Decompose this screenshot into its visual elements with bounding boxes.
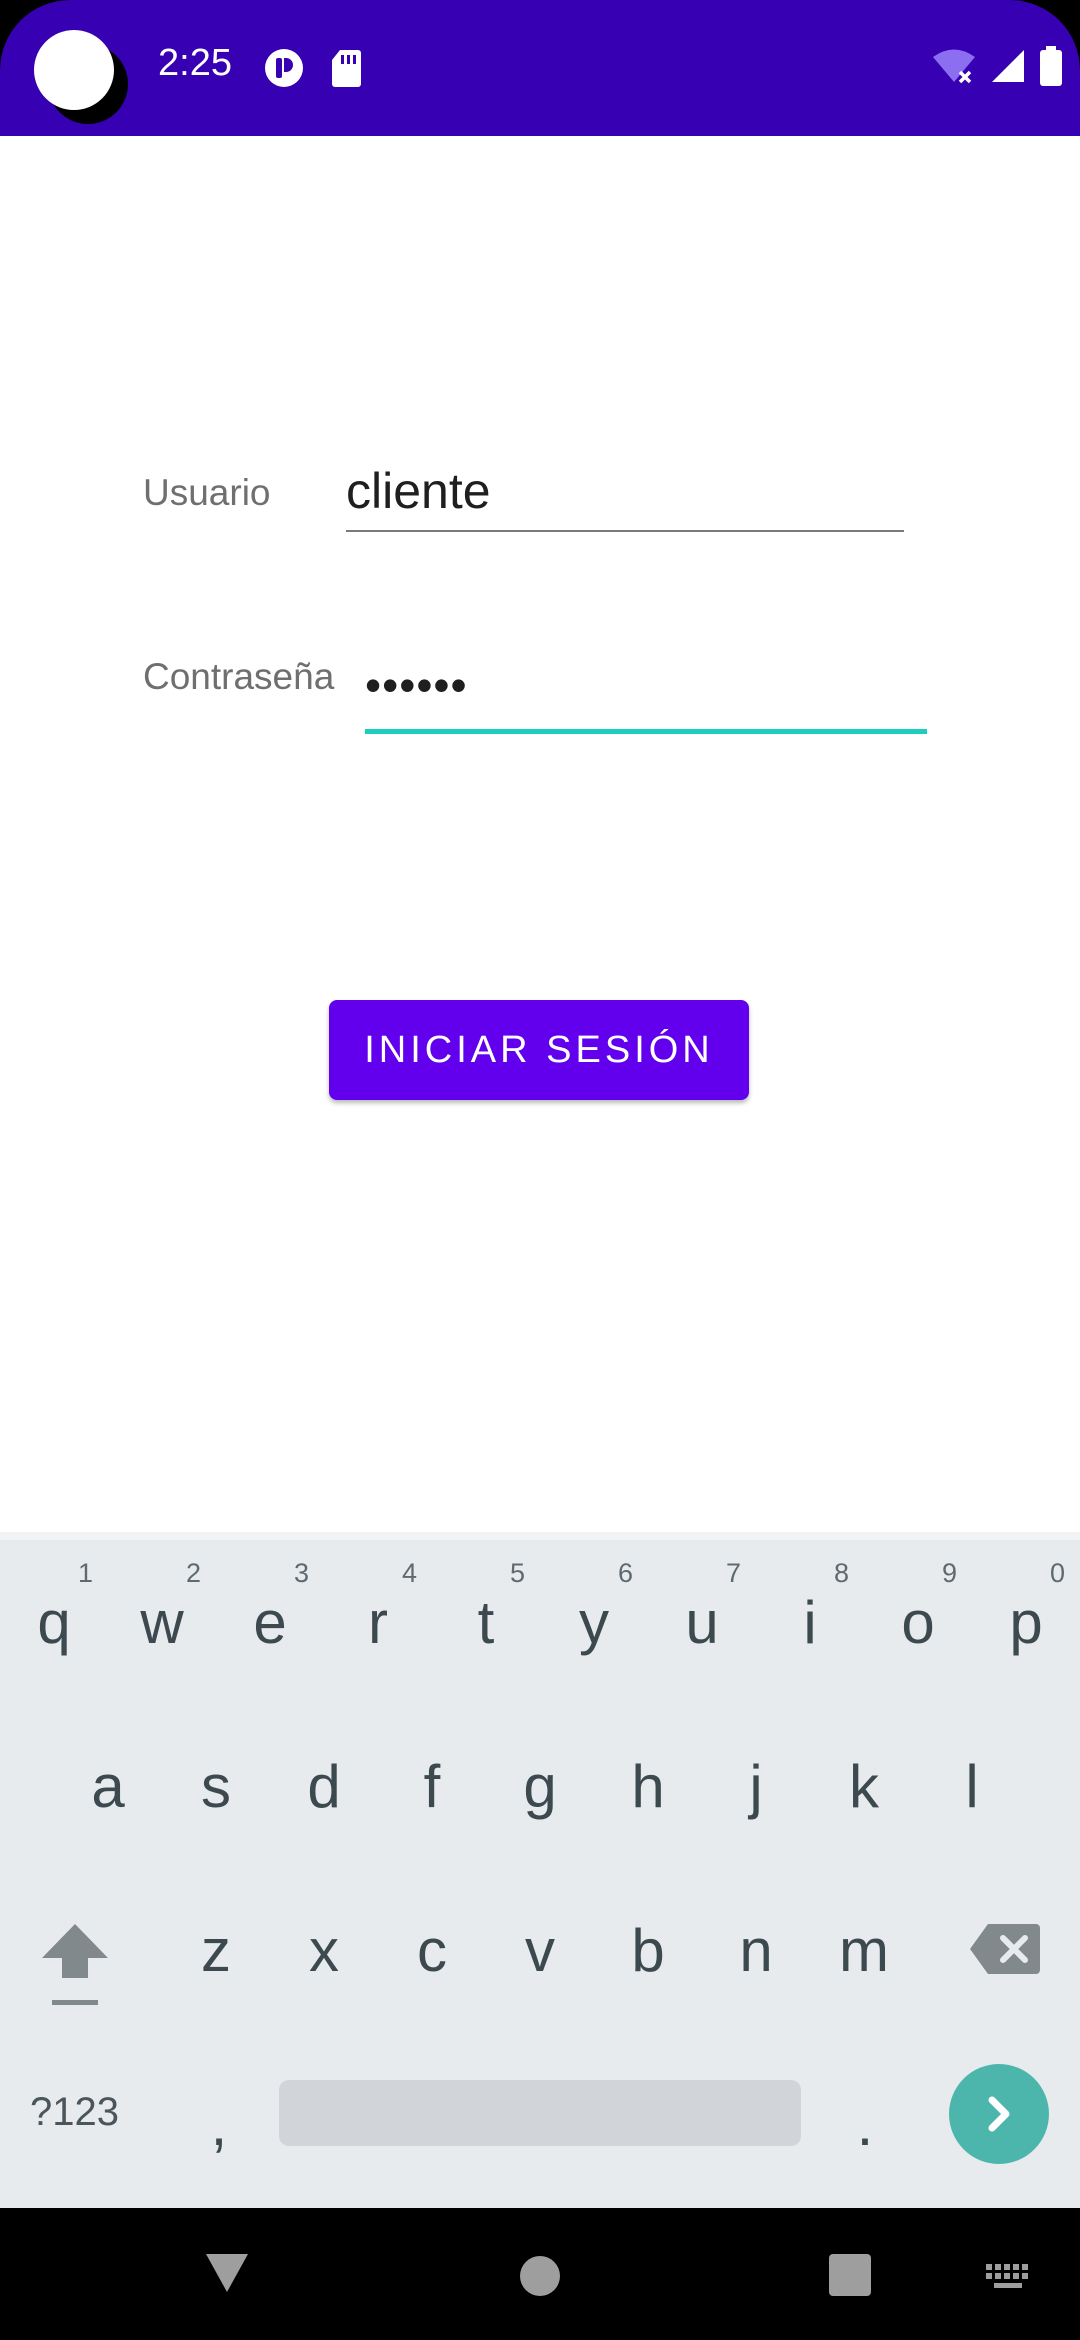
- navigation-bar: [0, 2208, 1080, 2340]
- key-hint-5: 5: [510, 1558, 526, 1588]
- key-a[interactable]: a: [78, 1752, 138, 1821]
- enter-arrow-icon: [988, 2096, 1010, 2132]
- key-b[interactable]: b: [618, 1916, 678, 1985]
- username-input[interactable]: cliente: [346, 456, 904, 532]
- symbols-key[interactable]: ?123: [30, 2090, 119, 2135]
- key-w[interactable]: w: [132, 1588, 192, 1657]
- key-n[interactable]: n: [726, 1916, 786, 1985]
- key-u[interactable]: u: [672, 1588, 732, 1657]
- phone-screen: 2:25 Usuario cliente Contraseña •••••• I…: [0, 0, 1080, 2340]
- key-g[interactable]: g: [510, 1752, 570, 1821]
- key-z[interactable]: z: [186, 1916, 246, 1985]
- key-r[interactable]: r: [348, 1588, 408, 1657]
- username-label: Usuario: [143, 472, 271, 513]
- status-time: 2:25: [158, 42, 232, 84]
- key-hint-4: 4: [402, 1558, 418, 1588]
- login-button[interactable]: INICIAR SESIÓN: [329, 1000, 749, 1100]
- sd-card-icon: [330, 48, 370, 88]
- username-value: cliente: [346, 463, 491, 519]
- keyboard-icon[interactable]: [986, 2264, 1030, 2295]
- login-screen: Usuario cliente Contraseña •••••• INICIA…: [0, 136, 1080, 1532]
- key-e[interactable]: e: [240, 1588, 300, 1657]
- camera-cutout: [34, 30, 114, 110]
- key-y[interactable]: y: [564, 1588, 624, 1657]
- enter-key[interactable]: [949, 2064, 1049, 2164]
- username-underline: [346, 530, 904, 532]
- key-s[interactable]: s: [186, 1752, 246, 1821]
- recents-icon[interactable]: [829, 2254, 871, 2301]
- battery-icon: [1040, 46, 1062, 91]
- key-f[interactable]: f: [402, 1752, 462, 1821]
- key-i[interactable]: i: [780, 1588, 840, 1657]
- key-x[interactable]: x: [294, 1916, 354, 1985]
- key-c[interactable]: c: [402, 1916, 462, 1985]
- key-v[interactable]: v: [510, 1916, 570, 1985]
- space-bar[interactable]: [279, 2080, 801, 2146]
- key-k[interactable]: k: [834, 1752, 894, 1821]
- key-hint-2: 2: [186, 1558, 202, 1588]
- key-hint-8: 8: [834, 1558, 850, 1588]
- key-hint-3: 3: [294, 1558, 310, 1588]
- key-hint-1: 1: [78, 1558, 94, 1588]
- key-hint-6: 6: [618, 1558, 634, 1588]
- key-j[interactable]: j: [726, 1752, 786, 1821]
- password-label: Contraseña: [143, 656, 335, 697]
- backspace-icon[interactable]: [970, 1924, 1040, 1979]
- key-p[interactable]: p: [996, 1588, 1056, 1657]
- key-l[interactable]: l: [942, 1752, 1002, 1821]
- key-hint-7: 7: [726, 1558, 742, 1588]
- password-value: ••••••: [365, 659, 468, 711]
- wifi-off-icon: [932, 48, 976, 89]
- key-d[interactable]: d: [294, 1752, 354, 1821]
- password-input[interactable]: ••••••: [365, 636, 927, 734]
- shift-icon[interactable]: [40, 1920, 110, 2015]
- password-underline: [365, 729, 927, 734]
- notification-icon: [264, 48, 304, 88]
- signal-icon: [990, 48, 1026, 89]
- comma-key[interactable]: ,: [204, 2090, 234, 2159]
- key-m[interactable]: m: [834, 1916, 894, 1985]
- key-hint-0: 0: [1050, 1558, 1066, 1588]
- home-icon[interactable]: [518, 2254, 562, 2303]
- back-icon[interactable]: [204, 2252, 250, 2299]
- key-h[interactable]: h: [618, 1752, 678, 1821]
- period-key[interactable]: .: [850, 2090, 880, 2159]
- status-icons: [932, 46, 1062, 91]
- key-hint-9: 9: [942, 1558, 958, 1588]
- key-t[interactable]: t: [456, 1588, 516, 1657]
- key-q[interactable]: q: [24, 1588, 84, 1657]
- status-bar: 2:25: [0, 0, 1080, 136]
- key-o[interactable]: o: [888, 1588, 948, 1657]
